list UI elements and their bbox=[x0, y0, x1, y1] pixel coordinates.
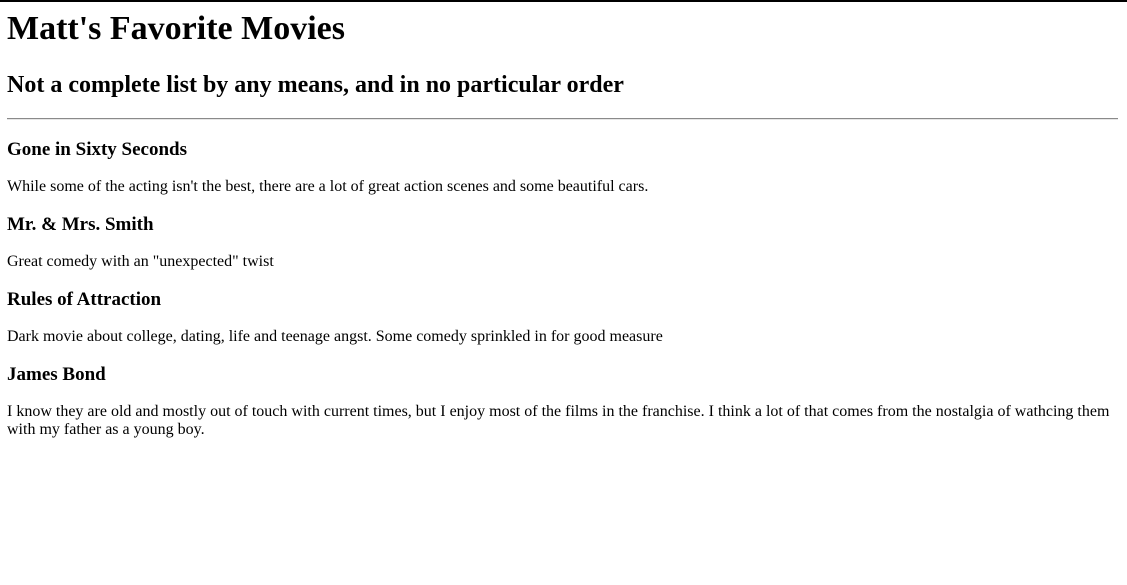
page-title: Matt's Favorite Movies bbox=[7, 10, 345, 47]
movie-description: I know they are old and mostly out of to… bbox=[7, 403, 1110, 438]
movie-item: Rules of Attraction Dark movie about col… bbox=[7, 289, 1118, 346]
movie-item: James Bond I know they are old and mostl… bbox=[7, 364, 1118, 439]
page-subtitle: Not a complete list by any means, and in… bbox=[7, 72, 624, 98]
movie-description: While some of the acting isn't the best,… bbox=[7, 178, 649, 195]
movie-item: Gone in Sixty Seconds While some of the … bbox=[7, 139, 1118, 196]
movie-title: Gone in Sixty Seconds bbox=[7, 139, 188, 160]
divider bbox=[7, 118, 1118, 120]
movie-description: Dark movie about college, dating, life a… bbox=[7, 328, 663, 345]
movie-title: Rules of Attraction bbox=[7, 289, 162, 310]
movie-item: Mr. & Mrs. Smith Great comedy with an "u… bbox=[7, 214, 1118, 271]
movie-description: Great comedy with an "unexpected" twist bbox=[7, 253, 274, 270]
movie-title: James Bond bbox=[7, 364, 106, 385]
page-content: Matt's Favorite Movies Not a complete li… bbox=[0, 10, 1127, 439]
movie-title: Mr. & Mrs. Smith bbox=[7, 214, 154, 235]
